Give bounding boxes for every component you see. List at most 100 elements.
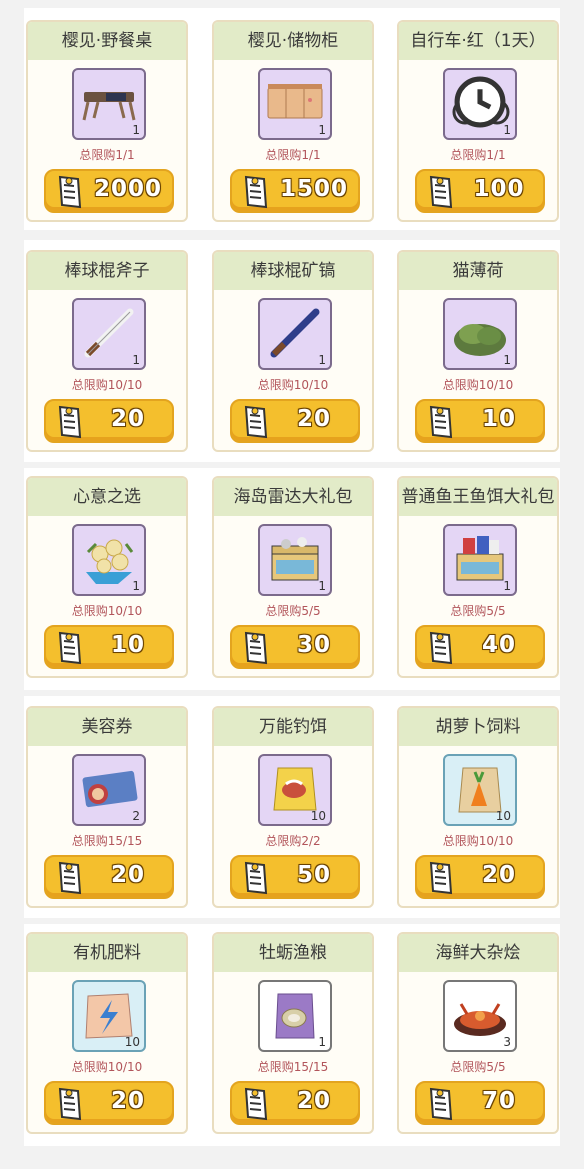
fertilizer-bag-icon bbox=[85, 993, 133, 1039]
buy-button[interactable]: 100 bbox=[415, 169, 545, 213]
item-thumbnail[interactable]: 1 bbox=[72, 298, 146, 370]
item-thumbnail[interactable]: 3 bbox=[443, 980, 517, 1052]
shop-item-card[interactable]: 海岛雷达大礼包 1 总限购5/5 30 bbox=[212, 476, 374, 678]
item-name: 自行车·红（1天） bbox=[399, 22, 557, 60]
item-quantity: 3 bbox=[503, 1035, 511, 1049]
oyster-feed-icon bbox=[275, 993, 315, 1039]
item-name: 心意之选 bbox=[28, 478, 186, 516]
seafood-dish-icon bbox=[454, 1003, 506, 1036]
purchase-limit: 总限购15/15 bbox=[71, 834, 143, 848]
price-label: 20 bbox=[110, 862, 145, 888]
buy-button[interactable]: 2000 bbox=[44, 169, 174, 213]
picnic-table-icon bbox=[82, 92, 136, 121]
item-name: 棒球棍矿镐 bbox=[214, 252, 372, 290]
ticket-icon bbox=[244, 1087, 268, 1121]
ticket-icon bbox=[429, 861, 453, 895]
bait-gift-box-icon bbox=[456, 536, 504, 581]
shop-item-card[interactable]: 樱见·野餐桌 1 总限购1/1 2000 bbox=[26, 20, 188, 222]
shop-item-card[interactable]: 普通鱼王鱼饵大礼包 1 总限购5/5 40 bbox=[397, 476, 559, 678]
price-label: 10 bbox=[110, 632, 145, 658]
shop-item-card[interactable]: 樱见·储物柜 1 总限购1/1 1500 bbox=[212, 20, 374, 222]
item-thumbnail[interactable]: 10 bbox=[443, 754, 517, 826]
shop-item-card[interactable]: 海鲜大杂烩 3 总限购5/5 70 bbox=[397, 932, 559, 1134]
purchase-limit: 总限购15/15 bbox=[257, 1060, 329, 1074]
shop-item-card[interactable]: 美容券 2 总限购15/15 20 bbox=[26, 706, 188, 908]
item-quantity: 10 bbox=[495, 809, 511, 823]
buy-button[interactable]: 20 bbox=[230, 1081, 360, 1125]
purchase-limit: 总限购5/5 bbox=[265, 604, 321, 618]
buy-button[interactable]: 10 bbox=[415, 399, 545, 443]
item-thumbnail[interactable]: 1 bbox=[443, 68, 517, 140]
gift-box-icon bbox=[271, 537, 319, 581]
item-thumbnail[interactable]: 1 bbox=[72, 68, 146, 140]
buy-button[interactable]: 20 bbox=[44, 855, 174, 899]
item-quantity: 1 bbox=[132, 579, 140, 593]
price-label: 2000 bbox=[93, 176, 162, 202]
purchase-limit: 总限购5/5 bbox=[450, 604, 506, 618]
shop-item-card[interactable]: 猫薄荷 1 总限购10/10 10 bbox=[397, 250, 559, 452]
item-name: 樱见·储物柜 bbox=[214, 22, 372, 60]
buy-button[interactable]: 20 bbox=[44, 399, 174, 443]
shop-item-card[interactable]: 胡萝卜饲料 10 总限购10/10 20 bbox=[397, 706, 559, 908]
item-quantity: 2 bbox=[132, 809, 140, 823]
price-label: 1500 bbox=[279, 176, 348, 202]
ticket-icon bbox=[244, 175, 268, 209]
purchase-limit: 总限购10/10 bbox=[442, 834, 514, 848]
shop-item-card[interactable]: 牡蛎渔粮 1 总限购15/15 20 bbox=[212, 932, 374, 1134]
item-thumbnail[interactable]: 1 bbox=[258, 68, 332, 140]
shop-item-card[interactable]: 有机肥料 10 总限购10/10 20 bbox=[26, 932, 188, 1134]
item-quantity: 1 bbox=[132, 353, 140, 367]
price-label: 50 bbox=[296, 862, 331, 888]
catnip-icon bbox=[454, 324, 506, 356]
item-thumbnail[interactable]: 10 bbox=[258, 754, 332, 826]
shop-item-card[interactable]: 棒球棍斧子 1 总限购10/10 20 bbox=[26, 250, 188, 452]
buy-button[interactable]: 20 bbox=[44, 1081, 174, 1125]
item-thumbnail[interactable]: 1 bbox=[258, 524, 332, 596]
buy-button[interactable]: 20 bbox=[415, 855, 545, 899]
shop-item-card[interactable]: 自行车·红（1天） 1 总限购1/1 100 bbox=[397, 20, 559, 222]
item-thumbnail[interactable]: 1 bbox=[258, 298, 332, 370]
item-name: 牡蛎渔粮 bbox=[214, 934, 372, 972]
buy-button[interactable]: 20 bbox=[230, 399, 360, 443]
price-label: 40 bbox=[481, 632, 516, 658]
buy-button[interactable]: 70 bbox=[415, 1081, 545, 1125]
item-thumbnail[interactable]: 1 bbox=[443, 524, 517, 596]
price-label: 20 bbox=[296, 406, 331, 432]
shop-item-card[interactable]: 心意之选 1 总限购10/10 10 bbox=[26, 476, 188, 678]
buy-button[interactable]: 40 bbox=[415, 625, 545, 669]
item-name: 海岛雷达大礼包 bbox=[214, 478, 372, 516]
purchase-limit: 总限购5/5 bbox=[450, 1060, 506, 1074]
beauty-coupon-icon bbox=[82, 770, 138, 808]
item-thumbnail[interactable]: 10 bbox=[72, 980, 146, 1052]
ticket-icon bbox=[244, 631, 268, 665]
item-quantity: 1 bbox=[318, 579, 326, 593]
item-thumbnail[interactable]: 1 bbox=[72, 524, 146, 596]
storage-cabinet-icon bbox=[267, 84, 323, 119]
ticket-icon bbox=[58, 861, 82, 895]
item-thumbnail[interactable]: 2 bbox=[72, 754, 146, 826]
item-quantity: 1 bbox=[503, 579, 511, 593]
buy-button[interactable]: 50 bbox=[230, 855, 360, 899]
item-name: 棒球棍斧子 bbox=[28, 252, 186, 290]
buy-button[interactable]: 1500 bbox=[230, 169, 360, 213]
purchase-limit: 总限购10/10 bbox=[257, 378, 329, 392]
item-name: 美容券 bbox=[28, 708, 186, 746]
ticket-icon bbox=[429, 1087, 453, 1121]
ticket-icon bbox=[244, 405, 268, 439]
carrot-feed-icon bbox=[458, 767, 502, 813]
price-label: 20 bbox=[296, 1088, 331, 1114]
purchase-limit: 总限购1/1 bbox=[265, 148, 321, 162]
buy-button[interactable]: 30 bbox=[230, 625, 360, 669]
buy-button[interactable]: 10 bbox=[44, 625, 174, 669]
ticket-icon bbox=[429, 405, 453, 439]
item-thumbnail[interactable]: 1 bbox=[258, 980, 332, 1052]
item-thumbnail[interactable]: 1 bbox=[443, 298, 517, 370]
baseball-bat-pickaxe-icon bbox=[270, 308, 320, 358]
purchase-limit: 总限购10/10 bbox=[71, 1060, 143, 1074]
price-label: 20 bbox=[481, 862, 516, 888]
purchase-limit: 总限购10/10 bbox=[71, 378, 143, 392]
item-name: 海鲜大杂烩 bbox=[399, 934, 557, 972]
shop-item-card[interactable]: 棒球棍矿镐 1 总限购10/10 20 bbox=[212, 250, 374, 452]
flower-bouquet-icon bbox=[86, 539, 134, 584]
shop-item-card[interactable]: 万能钓饵 10 总限购2/2 50 bbox=[212, 706, 374, 908]
